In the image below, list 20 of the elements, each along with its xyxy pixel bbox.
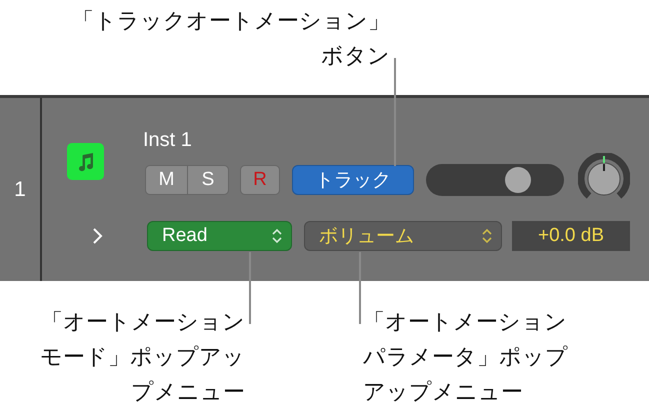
callout-label: 「オートメーション モード」ポップアッ プメニュー (40, 308, 245, 406)
up-down-arrows-icon (481, 227, 493, 245)
callout-label: 「オートメーション パラメータ」ポップ アップメニュー (363, 308, 568, 406)
automation-mode-popup[interactable]: Read (147, 221, 292, 251)
solo-button[interactable]: S (187, 166, 228, 194)
up-down-arrows-icon (271, 227, 283, 245)
track-number: 1 (14, 178, 26, 202)
slider-thumb[interactable] (505, 167, 532, 193)
callout-label: 「トラックオートメーション」 ボタン (71, 7, 390, 70)
track-name: Inst 1 (143, 128, 193, 153)
volume-slider[interactable] (426, 164, 564, 196)
value-display: +0.0 dB (512, 221, 630, 251)
leader-line (359, 252, 361, 324)
automation-parameter-popup[interactable]: ボリューム (304, 221, 502, 251)
track-automation-button[interactable]: トラック (292, 165, 414, 195)
chevron-icon[interactable] (92, 227, 103, 245)
music-note-icon[interactable] (67, 143, 104, 180)
mute-button[interactable]: M (146, 166, 187, 194)
leader-line (249, 252, 251, 324)
pan-knob[interactable] (578, 152, 630, 198)
